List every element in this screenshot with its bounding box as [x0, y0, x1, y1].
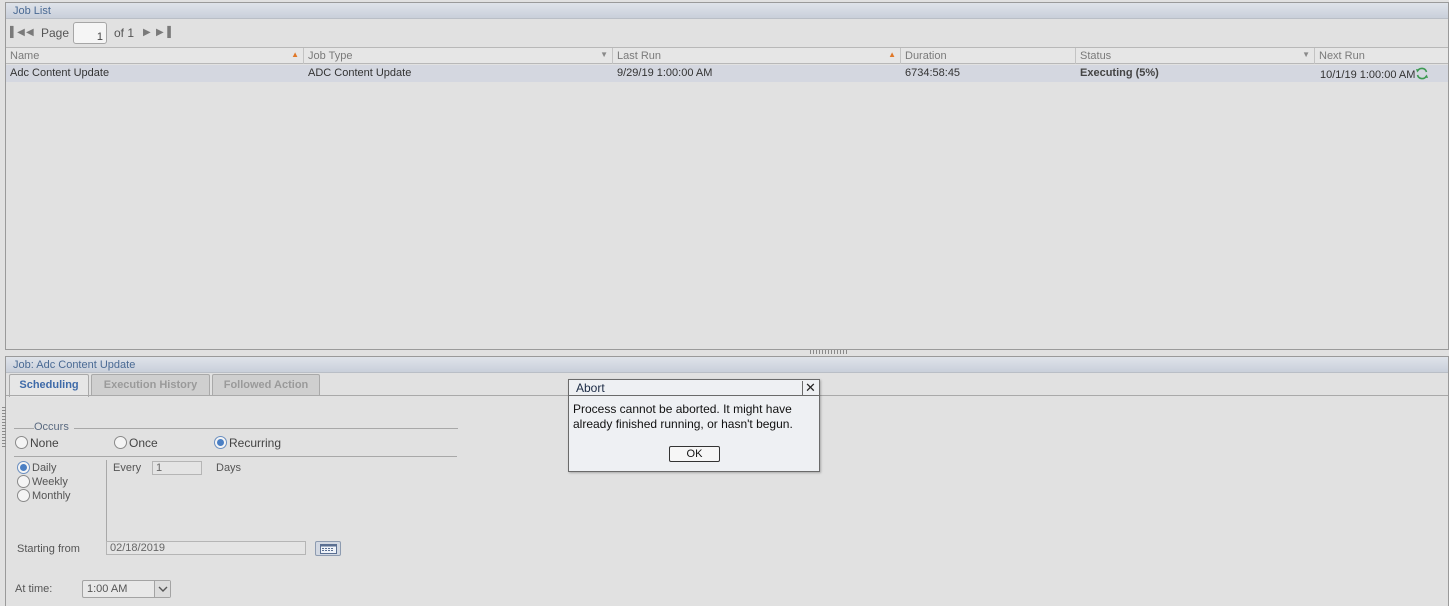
days-unit-label: Days [216, 462, 242, 474]
cell-duration: 6734:58:45 [905, 67, 961, 79]
sort-descending-icon: ▼ [1302, 50, 1310, 59]
job-detail-title: Job: Adc Content Update [6, 357, 1448, 373]
column-name-label: Name [10, 50, 40, 62]
every-interval-input[interactable]: 1 [152, 461, 202, 475]
job-list-panel: Job List ▌◀ ◀ Page of 1 ▶ ▶▐ Name ▲ Job … [5, 2, 1449, 350]
occurs-legend-line [14, 428, 34, 429]
recurrence-divider [106, 460, 107, 548]
column-duration-label: Duration [905, 50, 947, 62]
occurs-once-radio[interactable] [114, 436, 127, 449]
tab-scheduling[interactable]: Scheduling [9, 374, 89, 397]
chevron-down-icon [154, 581, 170, 597]
next-page-icon[interactable]: ▶ [143, 27, 151, 38]
close-icon[interactable]: ✕ [802, 381, 818, 395]
column-last-run-label: Last Run [617, 50, 662, 62]
cell-job-type: ADC Content Update [308, 67, 412, 79]
column-header-name[interactable]: Name ▲ [6, 48, 304, 64]
daily-radio[interactable] [17, 461, 30, 474]
occurs-none-label: None [30, 436, 59, 450]
tab-execution-history[interactable]: Execution History [91, 374, 210, 396]
at-time-value: 1:00 AM [87, 583, 128, 595]
weekly-label: Weekly [32, 476, 68, 488]
occurs-legend: Occurs [34, 421, 69, 433]
ok-button[interactable]: OK [669, 446, 720, 462]
page-number-input[interactable] [73, 22, 107, 44]
monthly-radio[interactable] [17, 489, 30, 502]
job-list-title: Job List [6, 3, 1448, 19]
page-label: Page [41, 26, 70, 40]
at-time-select[interactable]: 1:00 AM [82, 580, 171, 598]
calendar-icon [320, 544, 337, 554]
job-grid-header: Name ▲ Job Type ▼ Last Run ▲ Duration St… [6, 47, 1448, 64]
cell-status: Executing (5%) [1080, 67, 1159, 79]
sort-ascending-icon: ▲ [888, 50, 896, 59]
column-job-type-label: Job Type [308, 50, 353, 62]
table-row[interactable]: Adc Content Update ADC Content Update 9/… [6, 65, 1448, 82]
at-time-label: At time: [15, 583, 53, 595]
previous-page-icon[interactable]: ◀ [26, 27, 34, 38]
column-header-duration[interactable]: Duration [901, 48, 1076, 64]
occurs-divider [14, 456, 457, 457]
monthly-label: Monthly [32, 490, 71, 502]
dialog-title: Abort [569, 380, 819, 396]
calendar-button[interactable] [315, 541, 341, 556]
column-header-status[interactable]: Status ▼ [1076, 48, 1315, 64]
daily-label: Daily [32, 462, 57, 474]
last-page-icon[interactable]: ▶▐ [156, 27, 171, 38]
dialog-title-text: Abort [576, 381, 605, 395]
pager-toolbar: ▌◀ ◀ Page of 1 ▶ ▶▐ [6, 20, 1448, 47]
occurs-recurring-radio[interactable] [214, 436, 227, 449]
tab-followed-action[interactable]: Followed Action [212, 374, 320, 396]
abort-dialog: Abort ✕ Process cannot be aborted. It mi… [568, 379, 820, 472]
cell-next-run: 10/1/19 1:00:00 AM [1320, 69, 1416, 81]
column-header-next-run[interactable]: Next Run [1315, 48, 1449, 64]
occurs-legend-line [74, 428, 458, 429]
first-page-icon[interactable]: ▌◀ [10, 27, 25, 38]
sort-ascending-icon: ▲ [291, 50, 299, 59]
column-status-label: Status [1080, 50, 1112, 62]
page-count-label: of 1 [114, 26, 135, 40]
occurs-recurring-label: Recurring [229, 436, 282, 450]
side-splitter-handle[interactable] [2, 407, 6, 449]
sort-descending-icon: ▼ [600, 50, 608, 59]
column-header-last-run[interactable]: Last Run ▲ [613, 48, 901, 64]
cell-last-run: 9/29/19 1:00:00 AM [617, 67, 713, 79]
every-label: Every [113, 462, 142, 474]
column-next-run-label: Next Run [1319, 50, 1365, 62]
column-header-job-type[interactable]: Job Type ▼ [304, 48, 613, 64]
weekly-radio[interactable] [17, 475, 30, 488]
dialog-message: Process cannot be aborted. It might have… [573, 402, 793, 431]
occurs-none-radio[interactable] [15, 436, 28, 449]
occurs-once-label: Once [129, 436, 158, 450]
splitter-handle[interactable] [810, 350, 848, 354]
starting-from-label: Starting from [17, 543, 80, 555]
refresh-icon[interactable] [1415, 67, 1429, 80]
cell-name: Adc Content Update [10, 67, 110, 79]
starting-from-date-input[interactable]: 02/18/2019 [106, 541, 306, 555]
